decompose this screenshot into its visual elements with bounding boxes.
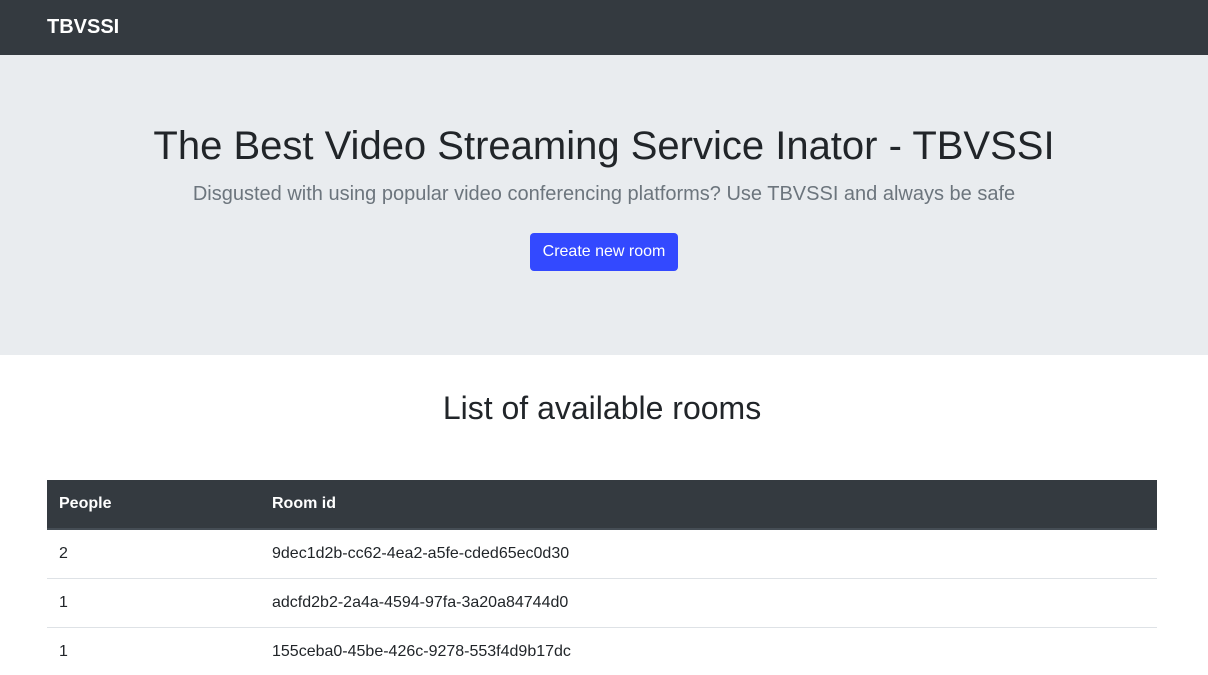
rooms-table: People Room id 2 9dec1d2b-cc62-4ea2-a5fe… bbox=[47, 480, 1157, 675]
rooms-section: List of available rooms People Room id 2… bbox=[0, 388, 1208, 675]
column-header-people: People bbox=[47, 480, 260, 530]
table-row[interactable]: 2 9dec1d2b-cc62-4ea2-a5fe-cded65ec0d30 bbox=[47, 529, 1157, 578]
rooms-table-header: People Room id bbox=[47, 480, 1157, 530]
header-row: People Room id bbox=[47, 480, 1157, 530]
column-header-room-id: Room id bbox=[260, 480, 1157, 530]
people-cell: 1 bbox=[47, 577, 260, 627]
table-row[interactable]: 1 adcfd2b2-2a4a-4594-97fa-3a20a84744d0 bbox=[47, 577, 1157, 627]
people-cell: 2 bbox=[59, 544, 68, 562]
hero-section: The Best Video Streaming Service Inator … bbox=[0, 55, 1208, 355]
rooms-title: List of available rooms bbox=[442, 390, 762, 426]
hero-lead: Disgusted with using popular video confe… bbox=[192, 183, 1016, 205]
table-row[interactable]: 1 155ceba0-45be-426c-9278-553f4d9b17dc bbox=[47, 626, 1157, 675]
rooms-table-body: 2 9dec1d2b-cc62-4ea2-a5fe-cded65ec0d30 1… bbox=[47, 529, 1157, 675]
people-cell: 1 bbox=[47, 626, 260, 675]
room-id-cell: 155ceba0-45be-426c-9278-553f4d9b17dc bbox=[260, 626, 1157, 675]
navbar: TBVSSI bbox=[0, 0, 1208, 55]
room-id-cell: 9dec1d2b-cc62-4ea2-a5fe-cded65ec0d30 bbox=[272, 544, 570, 562]
page-title: The Best Video Streaming Service Inator … bbox=[153, 124, 1055, 168]
navbar-brand[interactable]: TBVSSI bbox=[47, 16, 119, 39]
room-id-cell: adcfd2b2-2a4a-4594-97fa-3a20a84744d0 bbox=[260, 577, 1157, 627]
create-new-room-button[interactable]: Create new room bbox=[529, 233, 679, 271]
